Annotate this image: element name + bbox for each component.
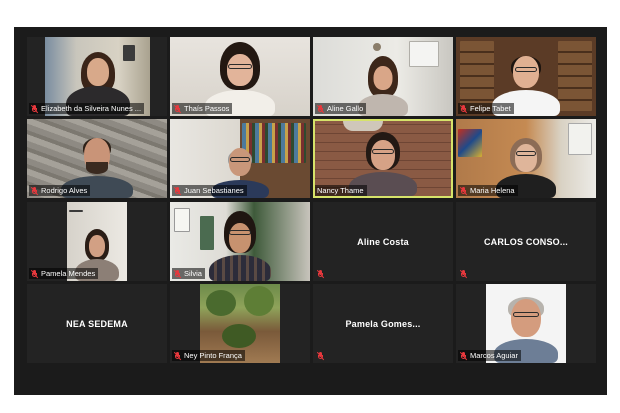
participant-name: Felipe Tabet [470,104,511,113]
microphone-muted-icon [173,269,182,278]
microphone-muted-icon [459,269,468,279]
microphone-muted-icon [173,186,182,195]
participant-display-name: CARLOS CONSO... [483,236,568,247]
participant-tile[interactable]: NEA SEDEMA [27,284,167,363]
participant-tile[interactable]: Maria Helena [456,119,596,198]
name-tag: Juan Sebastianes [172,185,247,196]
participant-name: Nancy Thame [317,186,364,195]
name-tag: Elizabeth da Silveira Nunes ... [29,103,145,114]
participant-name: Ney Pinto França [184,351,242,360]
participant-display-name: NEA SEDEMA [66,318,128,329]
participant-display-name: Pamela Gomes... [345,318,421,329]
microphone-muted-icon [30,269,39,278]
participant-tile[interactable]: Thaís Passos [170,37,310,116]
video-conference-window: Elizabeth da Silveira Nunes ... Thaís Pa… [14,27,607,395]
microphone-muted-icon [316,351,325,361]
microphone-muted-icon [173,351,182,360]
name-tag: Marcos Aguiar [458,350,521,361]
name-tag [315,351,327,361]
participant-name: Aline Gallo [327,104,364,113]
microphone-muted-icon [30,186,39,195]
participant-gallery: Elizabeth da Silveira Nunes ... Thaís Pa… [27,37,597,363]
name-tag: Rodrigo Alves [29,185,91,196]
name-tag: Maria Helena [458,185,518,196]
participant-name: Rodrigo Alves [41,186,88,195]
participant-name: Pamela Mendes [41,269,96,278]
name-tag: Nancy Thame [315,185,367,196]
participant-tile[interactable]: Felipe Tabet [456,37,596,116]
participant-tile[interactable]: Aline Costa [313,202,453,281]
participant-tile[interactable]: Silvia [170,202,310,281]
participant-name: Juan Sebastianes [184,186,244,195]
participant-tile[interactable]: Juan Sebastianes [170,119,310,198]
participant-tile[interactable]: Elizabeth da Silveira Nunes ... [27,37,167,116]
microphone-muted-icon [459,186,468,195]
microphone-muted-icon [30,104,39,113]
participant-tile[interactable]: CARLOS CONSO... [456,202,596,281]
name-tag [315,269,327,279]
name-tag: Ney Pinto França [172,350,245,361]
microphone-muted-icon [316,104,325,113]
participant-name: Marcos Aguiar [470,351,518,360]
microphone-muted-icon [316,269,325,279]
participant-name: Elizabeth da Silveira Nunes ... [41,104,142,113]
participant-tile[interactable]: Rodrigo Alves [27,119,167,198]
participant-display-name: Aline Costa [357,236,409,247]
name-tag [458,269,470,279]
participant-name: Maria Helena [470,186,515,195]
participant-name: Thaís Passos [184,104,230,113]
participant-tile-active-speaker[interactable]: Nancy Thame [313,119,453,198]
microphone-muted-icon [173,104,182,113]
name-tag: Pamela Mendes [29,268,99,279]
microphone-muted-icon [459,104,468,113]
participant-tile[interactable]: Aline Gallo [313,37,453,116]
name-tag: Silvia [172,268,205,279]
name-tag: Thaís Passos [172,103,233,114]
participant-tile[interactable]: Pamela Gomes... [313,284,453,363]
participant-tile[interactable]: Marcos Aguiar [456,284,596,363]
participant-tile[interactable]: Ney Pinto França [170,284,310,363]
name-tag: Felipe Tabet [458,103,514,114]
participant-name: Silvia [184,269,202,278]
microphone-muted-icon [459,351,468,360]
name-tag: Aline Gallo [315,103,367,114]
participant-tile[interactable]: Pamela Mendes [27,202,167,281]
